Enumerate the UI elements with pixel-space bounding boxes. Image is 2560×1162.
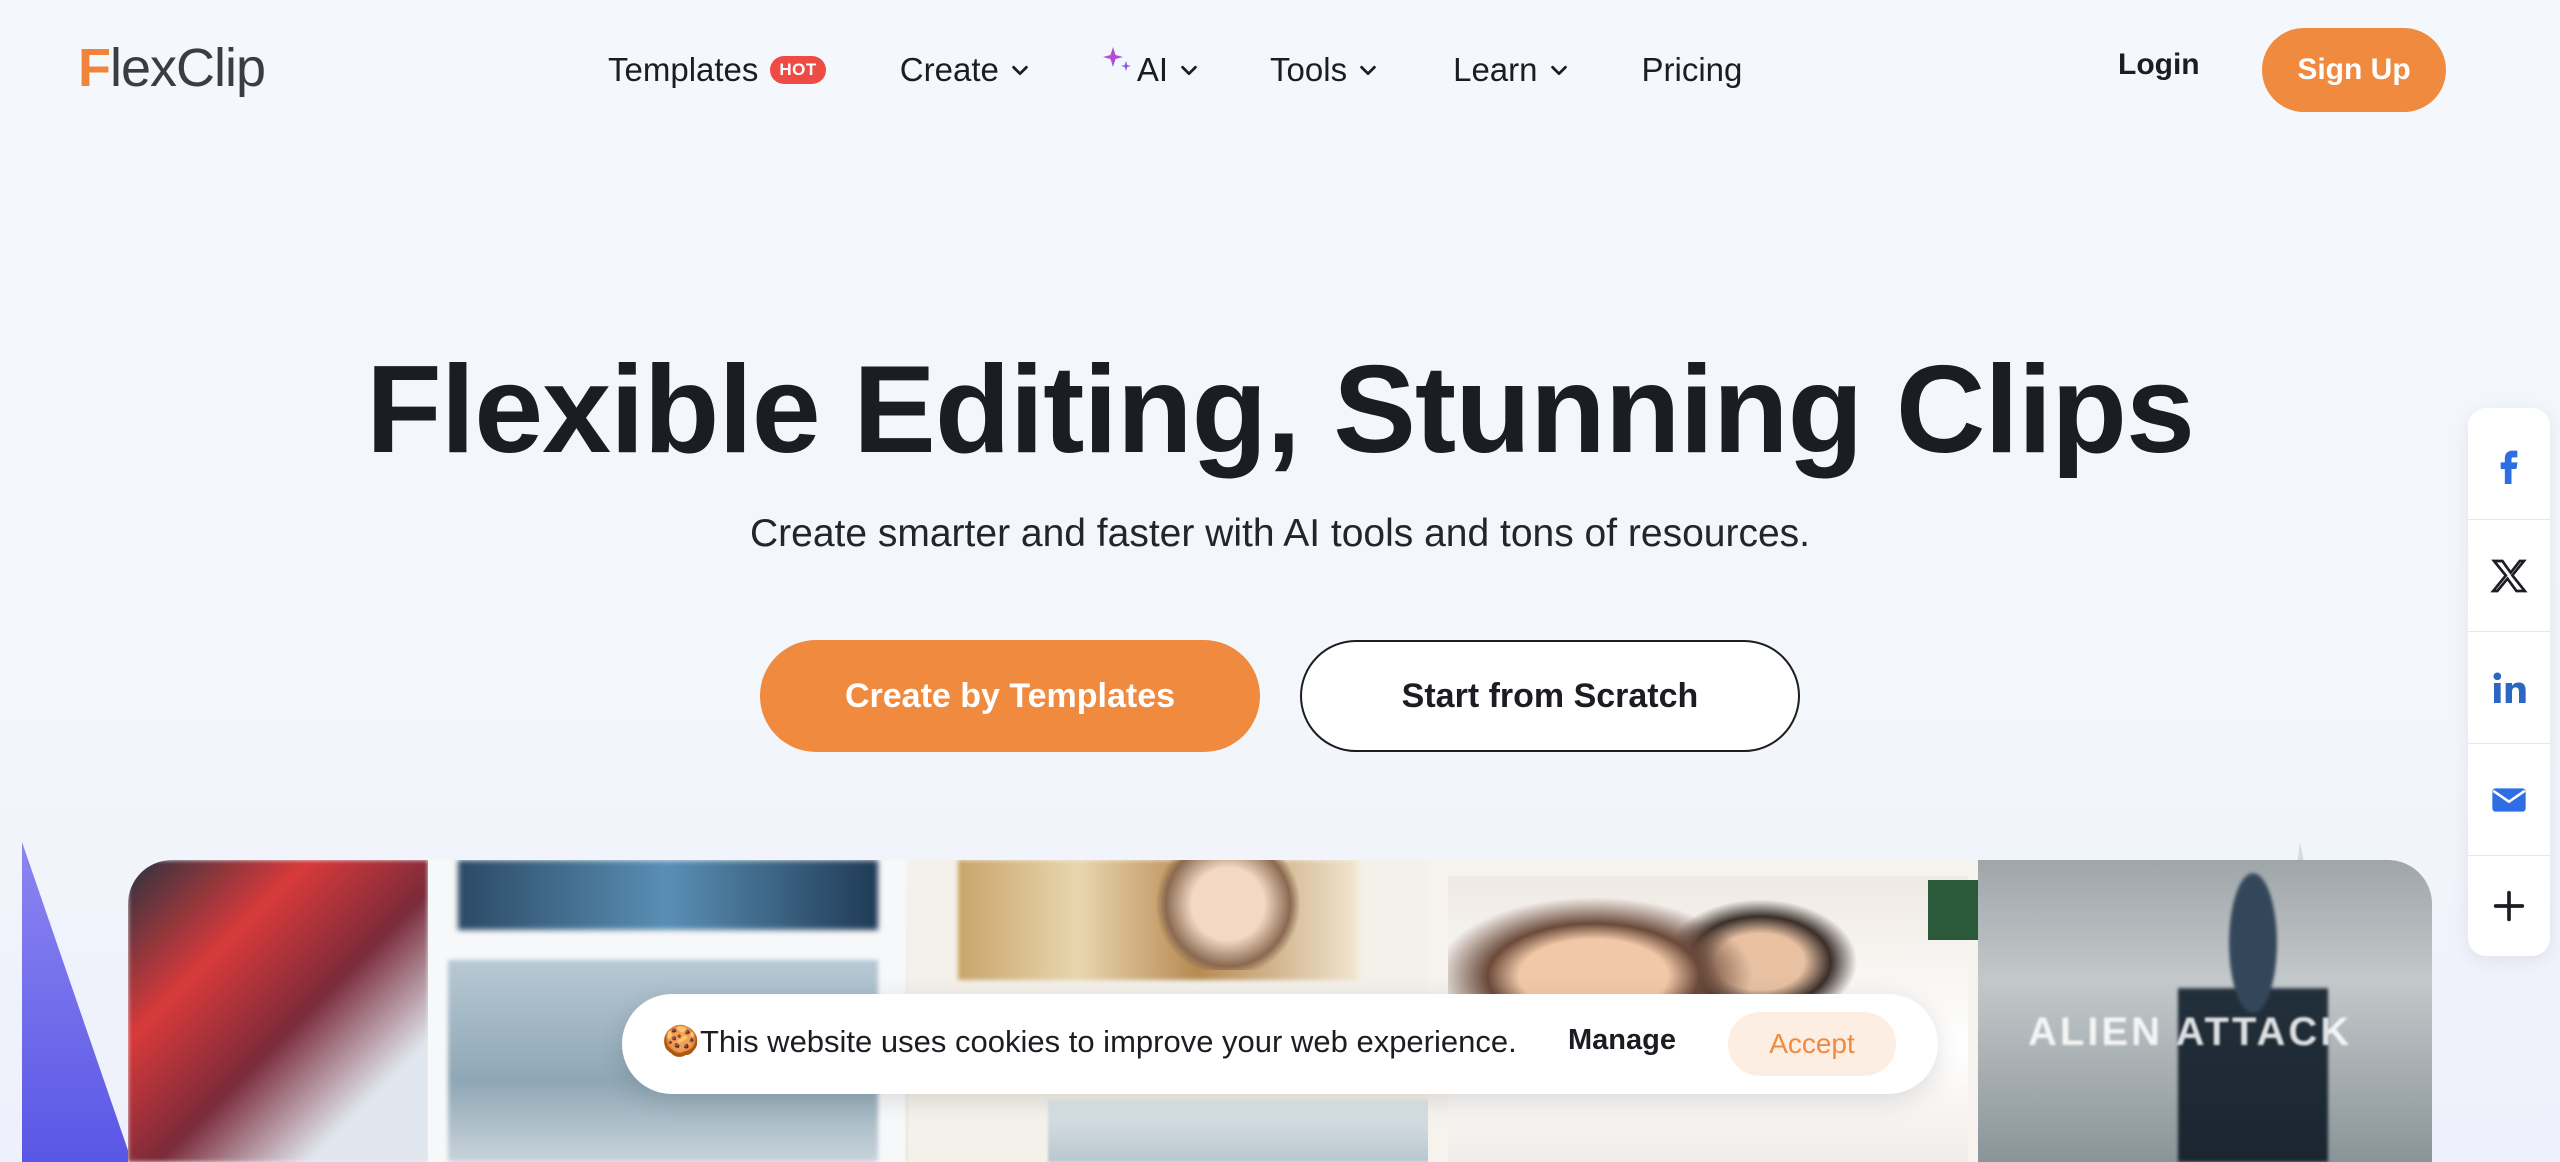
- sparkle-icon: [1102, 47, 1131, 71]
- nav-item-label: Create: [899, 51, 999, 88]
- share-more[interactable]: [2468, 856, 2550, 956]
- hero-title: Flexible Editing, Stunning Clips: [366, 341, 2195, 479]
- nav-item-label: Learn: [1453, 51, 1538, 88]
- hero-subtitle: Create smarter and faster with AI tools …: [749, 512, 1810, 555]
- nav-item-label: AI: [1136, 51, 1169, 88]
- tile-image-person: [1148, 860, 1308, 970]
- chevron-down-icon: [1012, 65, 1028, 76]
- top-navigation: F lexClip Templates HOT Create AI Tools …: [0, 0, 2560, 140]
- create-by-templates-button[interactable]: Create by Templates: [760, 640, 1260, 752]
- cookie-banner: 🍪 This website uses cookies to improve y…: [622, 994, 1938, 1094]
- flexclip-logo[interactable]: F lexClip: [78, 38, 266, 98]
- nav-item-ai[interactable]: AI: [1101, 47, 1200, 89]
- cookie-message: This website uses cookies to improve you…: [700, 1024, 1517, 1059]
- logo-letter-f: F: [78, 38, 111, 98]
- nav-item-templates[interactable]: Templates HOT: [608, 51, 826, 89]
- showcase-tile-neon[interactable]: [128, 860, 428, 1162]
- sign-up-button[interactable]: Sign Up: [2262, 28, 2446, 112]
- tile-image-sky: [458, 860, 878, 930]
- nav-item-label: Templates: [608, 51, 759, 88]
- plus-icon: [2493, 890, 2525, 922]
- cookie-accept-button[interactable]: Accept: [1728, 1012, 1896, 1076]
- nav-menu: Templates HOT Create AI Tools Learn Pric…: [608, 40, 1742, 100]
- email-icon: [2492, 787, 2526, 812]
- start-from-scratch-button[interactable]: Start from Scratch: [1300, 640, 1800, 752]
- logo-wordmark: lexClip: [110, 38, 266, 98]
- chevron-down-icon: [1181, 65, 1197, 76]
- linkedin-icon: [2493, 672, 2526, 703]
- nav-item-learn[interactable]: Learn: [1453, 51, 1569, 89]
- nav-item-create[interactable]: Create: [900, 51, 1031, 89]
- x-icon: [2490, 559, 2528, 592]
- nav-item-pricing[interactable]: Pricing: [1642, 51, 1743, 89]
- chevron-down-icon: [1550, 65, 1567, 76]
- nav-item-label: Pricing: [1641, 51, 1743, 88]
- nav-item-label: Tools: [1270, 51, 1348, 88]
- tile-overlay-text: ALIEN ATTACK: [2028, 1010, 2353, 1054]
- cookie-icon: 🍪: [662, 1025, 700, 1058]
- share-facebook[interactable]: [2468, 408, 2550, 520]
- social-share-bar: [2468, 408, 2550, 956]
- login-link[interactable]: Login: [2118, 48, 2200, 82]
- share-email[interactable]: [2468, 744, 2550, 856]
- share-x[interactable]: [2468, 520, 2550, 632]
- decorative-triangle: [22, 842, 132, 1162]
- cookie-manage-button[interactable]: Manage: [1568, 1024, 1676, 1057]
- share-linkedin[interactable]: [2468, 632, 2550, 744]
- tile-image-plant: [1928, 880, 1978, 940]
- facebook-icon: [2500, 450, 2518, 484]
- showcase-tile-alien[interactable]: ALIEN ATTACK: [1978, 860, 2432, 1162]
- hot-badge: HOT: [770, 56, 826, 84]
- nav-item-tools[interactable]: Tools: [1270, 51, 1379, 89]
- chevron-down-icon: [1360, 65, 1376, 76]
